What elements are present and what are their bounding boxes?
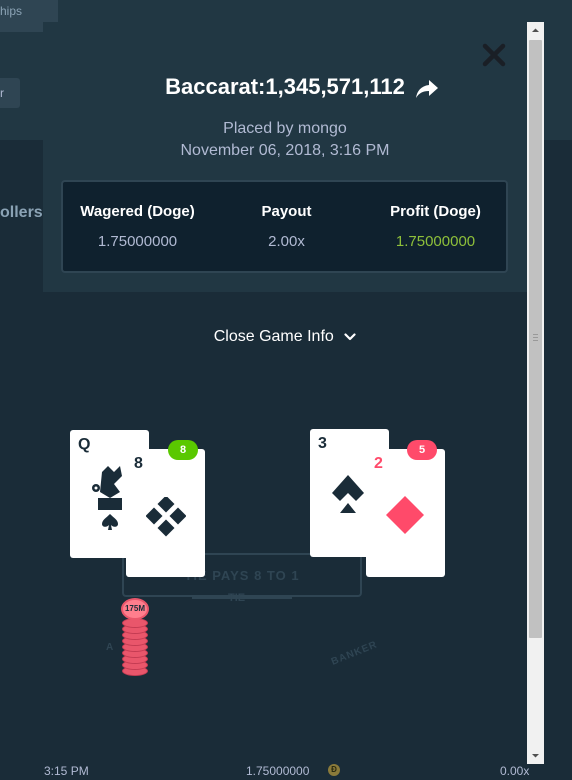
share-button[interactable] — [415, 79, 439, 99]
card-rank: 2 — [374, 455, 383, 472]
payout-stat: Payout 2.00x — [212, 182, 361, 271]
toggle-game-info[interactable]: Close Game Info — [43, 328, 527, 346]
bet-stats-box: Wagered (Doge) 1.75000000 Payout 2.00x P… — [61, 180, 508, 273]
tie-area-label: TIE — [228, 592, 246, 604]
bet-date: November 06, 2018, 3:16 PM — [180, 142, 390, 159]
card-rank: Q — [78, 436, 91, 453]
placed-by: Placed by mongo — [223, 120, 347, 137]
close-button[interactable] — [479, 40, 509, 70]
profit-label: Profit (Doge) — [390, 203, 481, 220]
card-rank: 8 — [134, 455, 143, 472]
chevron-down-icon — [344, 333, 356, 340]
scroll-grip — [533, 334, 538, 335]
profit-value: 1.75000000 — [395, 233, 476, 250]
background-tab-label[interactable]: ollers — [0, 204, 43, 222]
scroll-grip — [533, 337, 538, 338]
scroll-thumb[interactable] — [529, 40, 542, 638]
player-score-badge: 8 — [168, 440, 198, 460]
wagered-label: Wagered (Doge) — [80, 203, 195, 220]
payout-label: Payout — [261, 203, 312, 220]
payout-value: 2.00x — [268, 233, 305, 250]
spades-suit-icon — [332, 475, 364, 513]
scroll-up-arrow-icon[interactable] — [531, 26, 540, 35]
footer-amount: 1.75000000 — [246, 764, 310, 778]
bet-details-modal: Baccarat:1,345,571,112 Placed by mongo N… — [43, 22, 527, 764]
diamonds-suit-icon — [386, 496, 424, 534]
close-icon — [482, 43, 506, 67]
player-card-2: 8 — [126, 449, 205, 577]
background-button-text: r — [0, 86, 4, 100]
footer-time: 3:15 PM — [44, 764, 89, 778]
footer-payout: 0.00x — [500, 764, 530, 778]
profit-stat: Profit (Doge) 1.75000000 — [361, 182, 510, 271]
scroll-down-arrow-icon[interactable] — [531, 751, 540, 760]
chip-top: 175M — [121, 598, 149, 620]
player-area-label: A — [106, 642, 114, 653]
toggle-game-info-label: Close Game Info — [213, 328, 334, 345]
banker-card-2: 2 — [366, 449, 445, 577]
card-rank: 3 — [318, 435, 327, 452]
background-banner-text: hips — [0, 4, 23, 18]
share-arrow-icon — [416, 80, 438, 98]
clubs-suit-icon — [146, 497, 186, 537]
wagered-stat: Wagered (Doge) 1.75000000 — [63, 182, 212, 271]
scroll-grip — [533, 340, 538, 341]
banker-score-badge: 5 — [407, 440, 437, 460]
wagered-value: 1.75000000 — [97, 233, 178, 250]
modal-scrollbar[interactable] — [527, 22, 544, 764]
bet-title: Baccarat:1,345,571,112 — [165, 74, 405, 99]
doge-coin-icon: Ð — [328, 764, 340, 776]
